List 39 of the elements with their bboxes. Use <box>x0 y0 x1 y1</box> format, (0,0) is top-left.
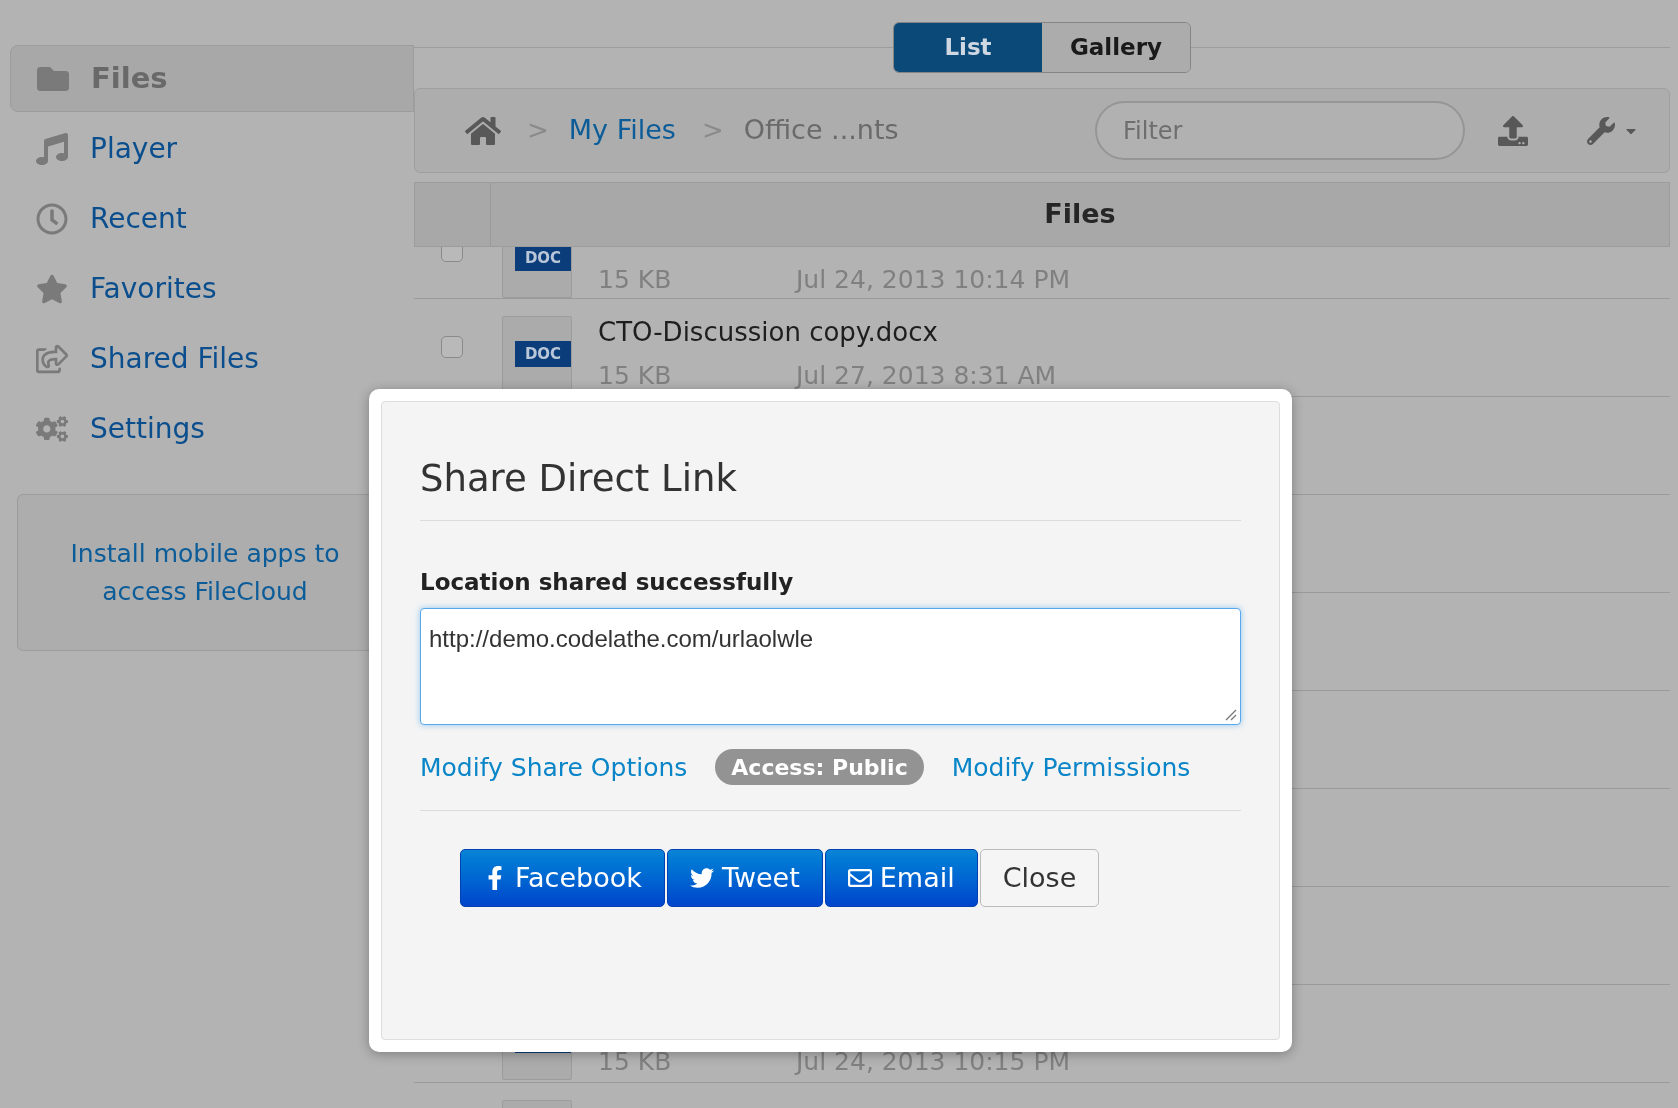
status-label: Location shared successfully <box>420 568 795 597</box>
sidebar-item[interactable]: Settings <box>10 394 414 464</box>
view-tab[interactable]: List <box>894 23 1042 72</box>
sidebar-item[interactable]: Shared Files <box>10 324 414 394</box>
sidebar-item[interactable]: Favorites <box>10 254 414 324</box>
file-name[interactable]: CTO-Discussion copy.docx <box>598 313 938 352</box>
file-type-label: DOC <box>524 346 562 362</box>
upload-icon[interactable] <box>1497 115 1529 146</box>
dialog-title: Share Direct Link <box>420 456 738 502</box>
clock-icon <box>36 203 68 235</box>
settings-icon <box>36 413 68 445</box>
close-button[interactable]: Close <box>979 849 1100 907</box>
facebook-button[interactable]: Facebook <box>460 849 665 907</box>
install-apps-link[interactable]: Install mobile apps to access FileCloud <box>48 534 362 611</box>
view-tab[interactable]: Gallery <box>1042 23 1190 72</box>
sidebar-item[interactable]: Files <box>10 45 414 112</box>
star-icon <box>36 273 68 305</box>
row-checkbox[interactable] <box>441 336 463 358</box>
home-icon[interactable] <box>465 114 501 147</box>
email-button[interactable]: Email <box>824 849 978 907</box>
envelope-icon <box>847 866 872 890</box>
column-heading[interactable]: Files <box>1044 194 1116 235</box>
breadcrumb-separator: > <box>527 114 549 147</box>
access-badge: Access: Public <box>715 749 924 786</box>
file-type-label: DOC <box>524 250 562 266</box>
sidebar-item[interactable]: Recent <box>10 184 414 254</box>
share-icon <box>36 343 68 375</box>
dialog-link[interactable]: Modify Share Options <box>420 748 688 786</box>
wrench-icon[interactable] <box>1587 116 1615 145</box>
filter-field[interactable]: Filter <box>1095 101 1465 160</box>
breadcrumb-item: Office ...nts <box>743 113 899 148</box>
sidebar-item[interactable]: Player <box>10 114 414 184</box>
link-field[interactable]: http://demo.codelathe.com/urlaolwle <box>420 607 1241 725</box>
breadcrumb-item[interactable]: My Files <box>568 110 676 151</box>
music-note-icon <box>36 133 68 165</box>
dialog-link[interactable]: Modify Permissions <box>951 748 1191 786</box>
breadcrumb-separator: > <box>701 114 724 147</box>
tweet-button[interactable]: Tweet <box>666 849 823 907</box>
bird-icon <box>689 866 714 890</box>
